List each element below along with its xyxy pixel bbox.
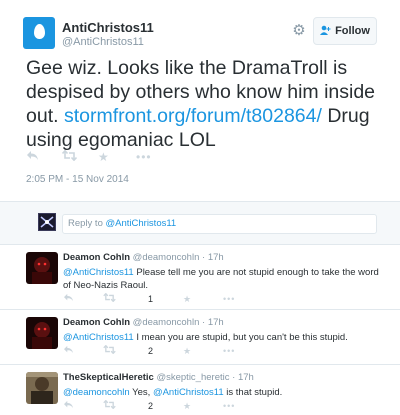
reply-author-name[interactable]: TheSkepticalHeretic xyxy=(63,372,154,383)
favorite-icon[interactable]: ★ xyxy=(183,345,191,357)
reply-item: Deamon Cohln @deamoncohln · 17h @AntiChr… xyxy=(0,310,400,365)
retweet-icon[interactable] xyxy=(103,292,116,305)
reply-input[interactable]: Reply to @AntiChristos11 xyxy=(62,214,377,234)
more-icon[interactable]: ••• xyxy=(136,150,152,164)
tweet-link[interactable]: stormfront.org/forum/t802864/ xyxy=(64,105,322,127)
retweet-icon[interactable] xyxy=(103,399,116,412)
main-tweet: AntiChristos11 @AntiChristos11 ⚙ Follow … xyxy=(0,0,400,201)
retweet-count: 1 xyxy=(148,294,154,304)
reply-header: Deamon Cohln @deamoncohln · 17h xyxy=(63,317,224,328)
reply-mention-2[interactable]: @AntiChristos11 xyxy=(153,387,224,398)
reply-author-name[interactable]: Deamon Cohln xyxy=(63,317,130,328)
reply-body: I mean you are stupid, but you can't be … xyxy=(133,332,348,343)
reply-time[interactable]: 17h xyxy=(238,372,254,383)
reply-separator: · xyxy=(229,372,238,383)
tweet-timestamp[interactable]: 2:05 PM - 15 Nov 2014 xyxy=(26,174,129,185)
favorite-icon[interactable]: ★ xyxy=(183,293,191,305)
reply-body: is that stupid. xyxy=(223,387,283,398)
reply-mention[interactable]: @AntiChristos11 xyxy=(63,267,134,278)
reply-time[interactable]: 17h xyxy=(208,317,224,328)
reply-placeholder-mention: @AntiChristos11 xyxy=(105,218,177,229)
reply-mention[interactable]: @deamoncohln xyxy=(63,387,130,398)
follow-label: Follow xyxy=(335,25,370,37)
reply-avatar[interactable] xyxy=(26,317,58,349)
more-icon[interactable]: ••• xyxy=(223,400,235,412)
more-icon[interactable]: ••• xyxy=(223,345,235,357)
retweet-icon[interactable] xyxy=(103,344,116,357)
reply-author-handle[interactable]: @deamoncohln xyxy=(133,252,200,263)
reply-separator: · xyxy=(199,317,208,328)
tweet-text: Gee wiz. Looks like the DramaTroll is de… xyxy=(26,56,386,152)
reply-avatar[interactable] xyxy=(26,252,58,284)
favorite-icon[interactable]: ★ xyxy=(183,400,191,412)
reply-time[interactable]: 17h xyxy=(208,252,224,263)
reply-placeholder-prefix: Reply to xyxy=(68,218,106,229)
retweet-count: 2 xyxy=(148,346,154,356)
retweet-count: 2 xyxy=(148,401,154,411)
reply-item: Deamon Cohln @deamoncohln · 17h @AntiChr… xyxy=(0,245,400,310)
favorite-icon[interactable]: ★ xyxy=(98,150,109,164)
author-handle[interactable]: @AntiChristos11 xyxy=(62,36,144,48)
reply-icon[interactable] xyxy=(63,400,74,412)
follow-button[interactable]: Follow xyxy=(313,17,377,45)
reply-icon[interactable] xyxy=(26,150,39,164)
reply-author-name[interactable]: Deamon Cohln xyxy=(63,252,130,263)
reply-text: @AntiChristos11 Please tell me you are n… xyxy=(63,266,383,292)
reply-header: TheSkepticalHeretic @skeptic_heretic · 1… xyxy=(63,372,254,383)
reply-item: TheSkepticalHeretic @skeptic_heretic · 1… xyxy=(0,365,400,415)
add-user-icon xyxy=(320,25,331,38)
reply-icon[interactable] xyxy=(63,345,74,357)
gear-icon[interactable]: ⚙ xyxy=(290,22,308,40)
reply-icon[interactable] xyxy=(63,293,74,305)
reply-author-handle[interactable]: @skeptic_heretic xyxy=(156,372,229,383)
reply-bar: Reply to @AntiChristos11 xyxy=(0,201,400,245)
author-avatar[interactable] xyxy=(23,17,55,49)
reply-mention[interactable]: @AntiChristos11 xyxy=(63,332,134,343)
more-icon[interactable]: ••• xyxy=(223,293,235,305)
reply-body-mid: Yes, xyxy=(129,387,153,398)
reply-separator: · xyxy=(199,252,208,263)
current-user-avatar xyxy=(38,213,56,231)
reply-text: @deamoncohln Yes, @AntiChristos11 is tha… xyxy=(63,386,383,399)
author-name[interactable]: AntiChristos11 xyxy=(62,20,154,35)
retweet-icon[interactable] xyxy=(61,149,78,164)
egg-icon xyxy=(34,24,45,39)
reply-author-handle[interactable]: @deamoncohln xyxy=(133,317,200,328)
reply-text: @AntiChristos11 I mean you are stupid, b… xyxy=(63,331,383,344)
reply-avatar[interactable] xyxy=(26,372,58,404)
reply-header: Deamon Cohln @deamoncohln · 17h xyxy=(63,252,224,263)
